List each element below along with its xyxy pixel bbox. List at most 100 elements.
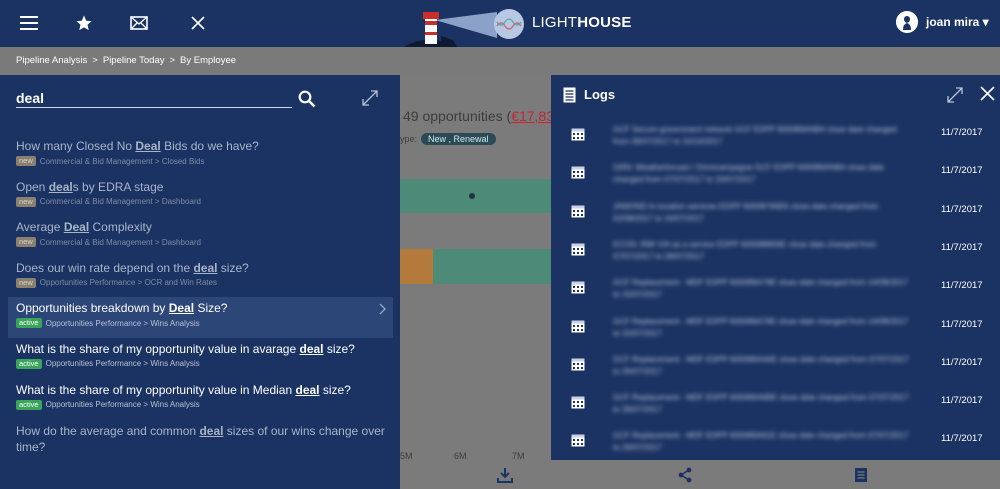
status-badge: new — [16, 237, 36, 248]
search-result-item[interactable]: Open deals by EDRA stage new Commercial &… — [8, 176, 393, 217]
breadcrumb-item[interactable]: Pipeline Analysis — [16, 55, 87, 66]
breadcrumb-item[interactable]: By Employee — [180, 55, 236, 66]
result-title: How many Closed No Deal Bids do we have? — [16, 139, 259, 153]
log-entry[interactable]: GCF Replacement - MDF EDPP 600089AA6E cl… — [551, 351, 1000, 389]
log-entry-text: JAMOND to location services EDPP 6000876… — [613, 201, 879, 223]
search-result-item[interactable]: What is the share of my opportunity valu… — [8, 338, 393, 379]
log-entry[interactable]: GCF Replacement - MDF EDPP 600089A6BE cl… — [551, 389, 1000, 427]
status-badge: active — [16, 358, 42, 369]
breadcrumb-bar: Pipeline Analysis > Pipeline Today > By … — [0, 47, 1000, 75]
search-result-item[interactable]: How many Closed No Deal Bids do we have?… — [8, 135, 393, 176]
result-title: Average Deal Complexity — [16, 220, 152, 235]
search-input[interactable] — [16, 89, 286, 107]
status-badge: new — [16, 277, 36, 288]
type-filter: ype: New , Renewal — [400, 133, 496, 145]
calendar-icon — [571, 242, 585, 256]
logs-panel: Logs GCF Secure government network GCF E… — [551, 75, 1000, 460]
log-entry-date: 11/7/2017 — [941, 127, 983, 138]
status-badge: new — [16, 196, 36, 207]
log-entry-text: GCF Replacement - MDF EDPP 600089AA6E cl… — [613, 354, 910, 376]
search-result-item-selected[interactable]: Opportunities breakdown by Deal Size? ac… — [8, 297, 393, 338]
result-meta: active Opportunities Performance > Wins A… — [16, 399, 385, 410]
search-underline — [16, 107, 292, 108]
result-path: Commercial & Bid Management > Dashboard — [39, 197, 201, 207]
download-icon[interactable] — [496, 466, 514, 484]
search-icon[interactable] — [298, 90, 318, 110]
expand-icon[interactable] — [946, 86, 964, 104]
search-result-item[interactable]: How do the average and common deal sizes… — [8, 419, 393, 467]
avatar — [896, 11, 918, 33]
calendar-icon — [571, 395, 585, 409]
result-title: What is the share of my opportunity valu… — [16, 382, 351, 397]
search-result-item[interactable]: What is the share of my opportunity valu… — [8, 379, 393, 420]
chart-bar — [400, 249, 433, 284]
x-tick-label: 6M — [454, 451, 467, 460]
user-name: joan mira ▾ — [926, 15, 989, 29]
search-result-item[interactable]: Does our win rate depend on the deal siz… — [8, 257, 393, 298]
breadcrumb-separator: > — [169, 55, 176, 66]
log-entry[interactable]: JAMOND to location services EDPP 6000876… — [551, 198, 1000, 236]
log-entry[interactable]: GRN: Weatherforcast / Omnicampagne GCF E… — [551, 159, 1000, 197]
log-entry[interactable]: GCF Replacement - MDF EDPP 600089A79E cl… — [551, 313, 1000, 351]
breadcrumb: Pipeline Analysis > Pipeline Today > By … — [16, 55, 236, 66]
status-badge: active — [16, 318, 42, 329]
search-results: How many Closed No Deal Bids do we have?… — [8, 135, 393, 467]
calendar-icon — [571, 204, 585, 218]
dashboard-background: 49 opportunities (€17,836 ype:New , Rene… — [400, 75, 551, 460]
mail-icon[interactable] — [126, 10, 152, 36]
result-title: How do the average and common deal sizes… — [16, 424, 385, 455]
result-meta: active Opportunities Performance > Wins A… — [16, 318, 385, 329]
log-entry-text: GRN: Weatherforcast / Omnicampagne GCF E… — [613, 163, 884, 185]
breadcrumb-item[interactable]: Pipeline Today — [103, 55, 165, 66]
expand-icon[interactable] — [361, 89, 381, 109]
log-entry-date: 11/7/2017 — [941, 318, 983, 330]
opportunities-summary: 49 opportunities (€17,836 — [403, 108, 551, 124]
log-entry[interactable]: GCF Replacement - MDF EDPP 600089A79E cl… — [551, 274, 1000, 312]
star-icon[interactable] — [71, 10, 97, 36]
result-path: Opportunities Performance > Wins Analysi… — [45, 400, 200, 410]
x-tick-label: 7M — [512, 451, 525, 460]
result-path: Opportunities Performance > Wins Analysi… — [45, 318, 200, 328]
hamburger-menu-icon[interactable] — [16, 10, 42, 36]
calendar-icon — [571, 433, 585, 447]
search-result-item[interactable]: Average Deal Complexity new Commercial & … — [8, 216, 393, 257]
log-entry-date: 11/7/2017 — [941, 356, 983, 368]
log-entry-text: ECOD: RMI VIA as a service EDPP 60008880… — [613, 239, 877, 261]
result-path: Commercial & Bid Management > Closed Bid… — [39, 156, 205, 166]
calendar-icon — [571, 357, 585, 371]
log-entry-text: GCF Replacement - MDF EDPP 600089A79E cl… — [613, 316, 909, 338]
result-meta: new Commercial & Bid Management > Dashboa… — [16, 196, 385, 207]
log-entry[interactable]: GCF Replacement - MDF EDPP 600089A61E cl… — [551, 427, 1000, 465]
log-entry-date: 11/7/2017 — [941, 241, 983, 253]
result-path: Commercial & Bid Management > Dashboard — [39, 237, 201, 247]
log-entry[interactable]: ECOD: RMI VIA as a service EDPP 60008880… — [551, 236, 1000, 274]
chart-marker — [469, 193, 475, 199]
log-entry-date: 11/7/2017 — [941, 165, 983, 177]
share-icon[interactable] — [676, 466, 694, 484]
log-entry-text: GCF Replacement - MDF EDPP 600089A6BE cl… — [613, 393, 910, 415]
opportunities-amount[interactable]: €17,836 — [511, 108, 551, 124]
log-entry-text: GCF Secure government network GCF EDPP 6… — [613, 125, 897, 146]
result-meta: new Commercial & Bid Management > Dashboa… — [16, 237, 385, 248]
close-icon[interactable] — [185, 10, 211, 36]
status-badge: new — [16, 156, 36, 166]
log-entry-text: GCF Replacement - MDF EDPP 600089A61E cl… — [613, 431, 909, 453]
status-badge: active — [16, 399, 42, 410]
log-entry-date: 11/7/2017 — [941, 280, 983, 292]
type-filter-pill[interactable]: New , Renewal — [421, 133, 496, 145]
log-entry-date: 11/7/2017 — [941, 433, 983, 445]
result-title: What is the share of my opportunity valu… — [16, 341, 355, 356]
result-title: Opportunities breakdown by Deal Size? — [16, 301, 228, 316]
user-menu[interactable]: joan mira ▾ — [896, 11, 989, 33]
result-title: Does our win rate depend on the deal siz… — [16, 260, 249, 275]
result-meta: new Commercial & Bid Management > Closed … — [16, 156, 385, 166]
result-title: Open deals by EDRA stage — [16, 179, 164, 194]
logs-title: Logs — [584, 87, 616, 102]
top-bar: LIGHTHOUSE joan mira ▾ — [0, 0, 1000, 50]
document-icon[interactable] — [852, 466, 870, 484]
close-icon[interactable] — [980, 86, 996, 102]
log-entry[interactable]: GCF Secure government network GCF EDPP 6… — [551, 121, 1000, 159]
log-entry-date: 11/7/2017 — [941, 395, 983, 407]
result-path: Opportunities Performance > OCR and Win … — [39, 278, 217, 288]
breadcrumb-separator: > — [92, 55, 98, 66]
